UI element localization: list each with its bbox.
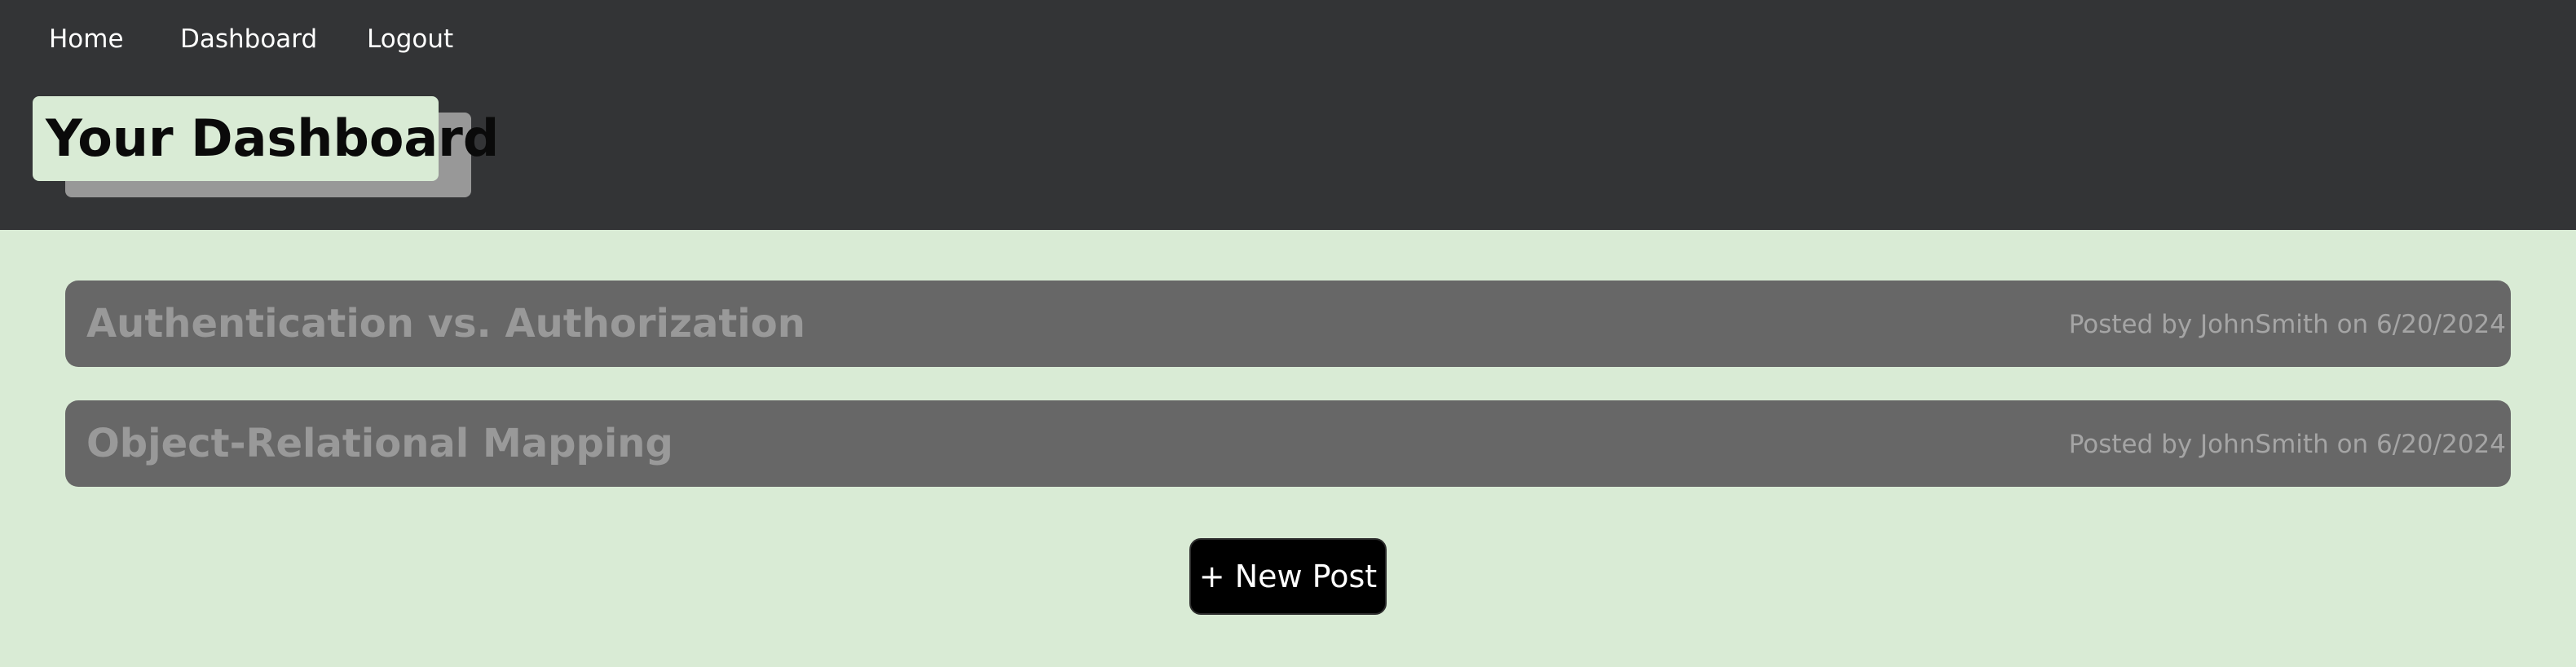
post-meta: Posted by JohnSmith on 6/20/2024 bbox=[2068, 430, 2506, 459]
nav-logout-link[interactable]: Logout bbox=[367, 23, 453, 55]
post-title[interactable]: Object-Relational Mapping bbox=[86, 420, 673, 467]
new-post-button[interactable]: + New Post bbox=[1189, 538, 1387, 615]
post-card[interactable]: Authentication vs. Authorization Posted … bbox=[65, 280, 2511, 367]
post-title[interactable]: Authentication vs. Authorization bbox=[86, 300, 805, 347]
page-title-box: Your Dashboard bbox=[33, 96, 499, 181]
post-card[interactable]: Object-Relational Mapping Posted by John… bbox=[65, 400, 2511, 487]
post-meta: Posted by JohnSmith on 6/20/2024 bbox=[2068, 310, 2506, 339]
nav-home-link[interactable]: Home bbox=[49, 23, 124, 55]
page-title: Your Dashboard bbox=[46, 108, 500, 168]
header: Home Dashboard Logout Your Dashboard bbox=[0, 0, 2576, 230]
nav-dashboard-link[interactable]: Dashboard bbox=[180, 23, 317, 55]
